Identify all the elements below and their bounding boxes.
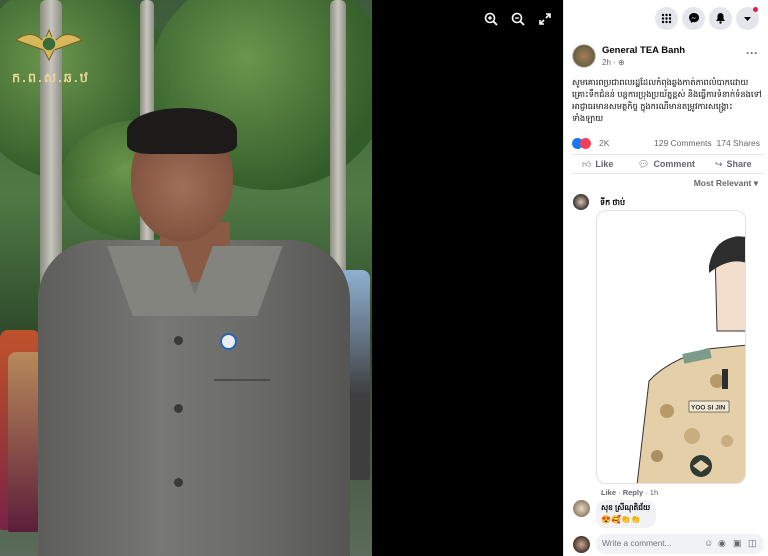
bell-icon[interactable]: [709, 7, 732, 30]
comment-image[interactable]: YOO SI JIN: [596, 210, 746, 484]
suit-button: [174, 478, 183, 487]
like-label: Like: [595, 159, 614, 169]
fullscreen-icon[interactable]: [536, 12, 554, 30]
comments-count[interactable]: 129 Comments: [654, 138, 712, 148]
reactions-bar: 2K 129 Comments 174 Shares: [572, 137, 764, 151]
grid-icon[interactable]: [655, 7, 678, 30]
globe-icon: ⊕: [618, 58, 625, 67]
sort-dropdown[interactable]: Most Relevant ▾: [694, 178, 758, 189]
sticker-icon[interactable]: ◫: [748, 538, 757, 549]
comment-icon: 💬︎: [638, 159, 650, 169]
post-header: General TEA Banh 2h · ⊕ ···: [572, 44, 762, 74]
comment-input[interactable]: [602, 538, 692, 548]
avatar[interactable]: [572, 44, 596, 68]
notification-dot: [753, 7, 758, 12]
chevron-down-icon: ▾: [753, 178, 758, 188]
avatar[interactable]: [573, 500, 590, 517]
post-time-text: 2h: [602, 58, 611, 67]
zoom-in-icon[interactable]: [482, 12, 500, 30]
lapel-pin: [220, 333, 237, 350]
comment-author[interactable]: ទីក ថាប់: [600, 197, 625, 209]
sort-label: Most Relevant: [693, 178, 752, 188]
suit-button: [174, 404, 183, 413]
comment-composer[interactable]: ☺ ◉ ▣ ◫: [596, 534, 764, 554]
share-button[interactable]: ↪ Share: [715, 159, 752, 170]
comment-actions: Like · Reply · 1h: [601, 488, 659, 497]
man-hair: [127, 108, 237, 154]
comment-time[interactable]: 1h: [650, 488, 658, 497]
post-time[interactable]: 2h · ⊕: [602, 58, 625, 67]
messenger-icon[interactable]: [682, 7, 705, 30]
comment-label: Comment: [653, 159, 695, 169]
watermark-text: ក.ព.ស.ឆ.ឋ: [12, 70, 90, 85]
post-actions: 👍︎ Like 💬︎ Comment ↪ Share: [572, 154, 764, 174]
emoji-icon[interactable]: ☺: [704, 538, 713, 548]
reaction-count[interactable]: 2K: [599, 138, 609, 148]
comment-like-link[interactable]: Like: [601, 488, 616, 497]
top-bar: [564, 0, 768, 36]
main-photo: ក.ព.ស.ឆ.ឋ: [0, 0, 372, 556]
suit-button: [174, 336, 183, 345]
post-text: សូមគោរពប្រជាពលរដ្ឋដែលកំពុងឆ្លងកាត់ភាពលំប…: [572, 77, 762, 123]
soldier-illustration: YOO SI JIN: [636, 236, 745, 483]
zoom-out-icon[interactable]: [509, 12, 527, 30]
share-label: Share: [726, 159, 752, 169]
reaction-icons[interactable]: [572, 138, 591, 150]
gif-icon[interactable]: ▣: [733, 538, 742, 549]
love-reaction-icon: [580, 138, 591, 150]
man-suit: [38, 240, 350, 556]
shares-count[interactable]: 174 Shares: [717, 138, 760, 148]
comment-author[interactable]: សុខ ស្រីណុតិជ័យ: [601, 503, 651, 514]
suit-pocket: [214, 367, 270, 381]
post-panel: General TEA Banh 2h · ⊕ ··· សូមគោរពប្រជា…: [563, 0, 768, 556]
like-button[interactable]: 👍︎ Like: [582, 159, 613, 170]
more-options-button[interactable]: ···: [746, 46, 758, 60]
name-tape-text: YOO SI JIN: [691, 405, 726, 412]
emblem-logo: [14, 28, 84, 62]
share-icon: ↪: [715, 159, 723, 169]
page-name[interactable]: General TEA Banh: [602, 45, 685, 56]
camera-icon[interactable]: ◉: [718, 538, 726, 549]
comment-button[interactable]: 💬︎ Comment: [638, 159, 695, 170]
avatar: [573, 536, 590, 553]
comment-text: 😍🥰👏👏: [601, 515, 641, 524]
comment-reply-link[interactable]: Reply: [623, 488, 643, 497]
thumbs-up-icon: 👍︎: [582, 159, 592, 169]
avatar[interactable]: [573, 194, 589, 210]
photo-viewer: ក.ព.ស.ឆ.ឋ: [0, 0, 563, 556]
comment-bubble: សុខ ស្រីណុតិជ័យ 😍🥰👏👏: [596, 500, 656, 528]
